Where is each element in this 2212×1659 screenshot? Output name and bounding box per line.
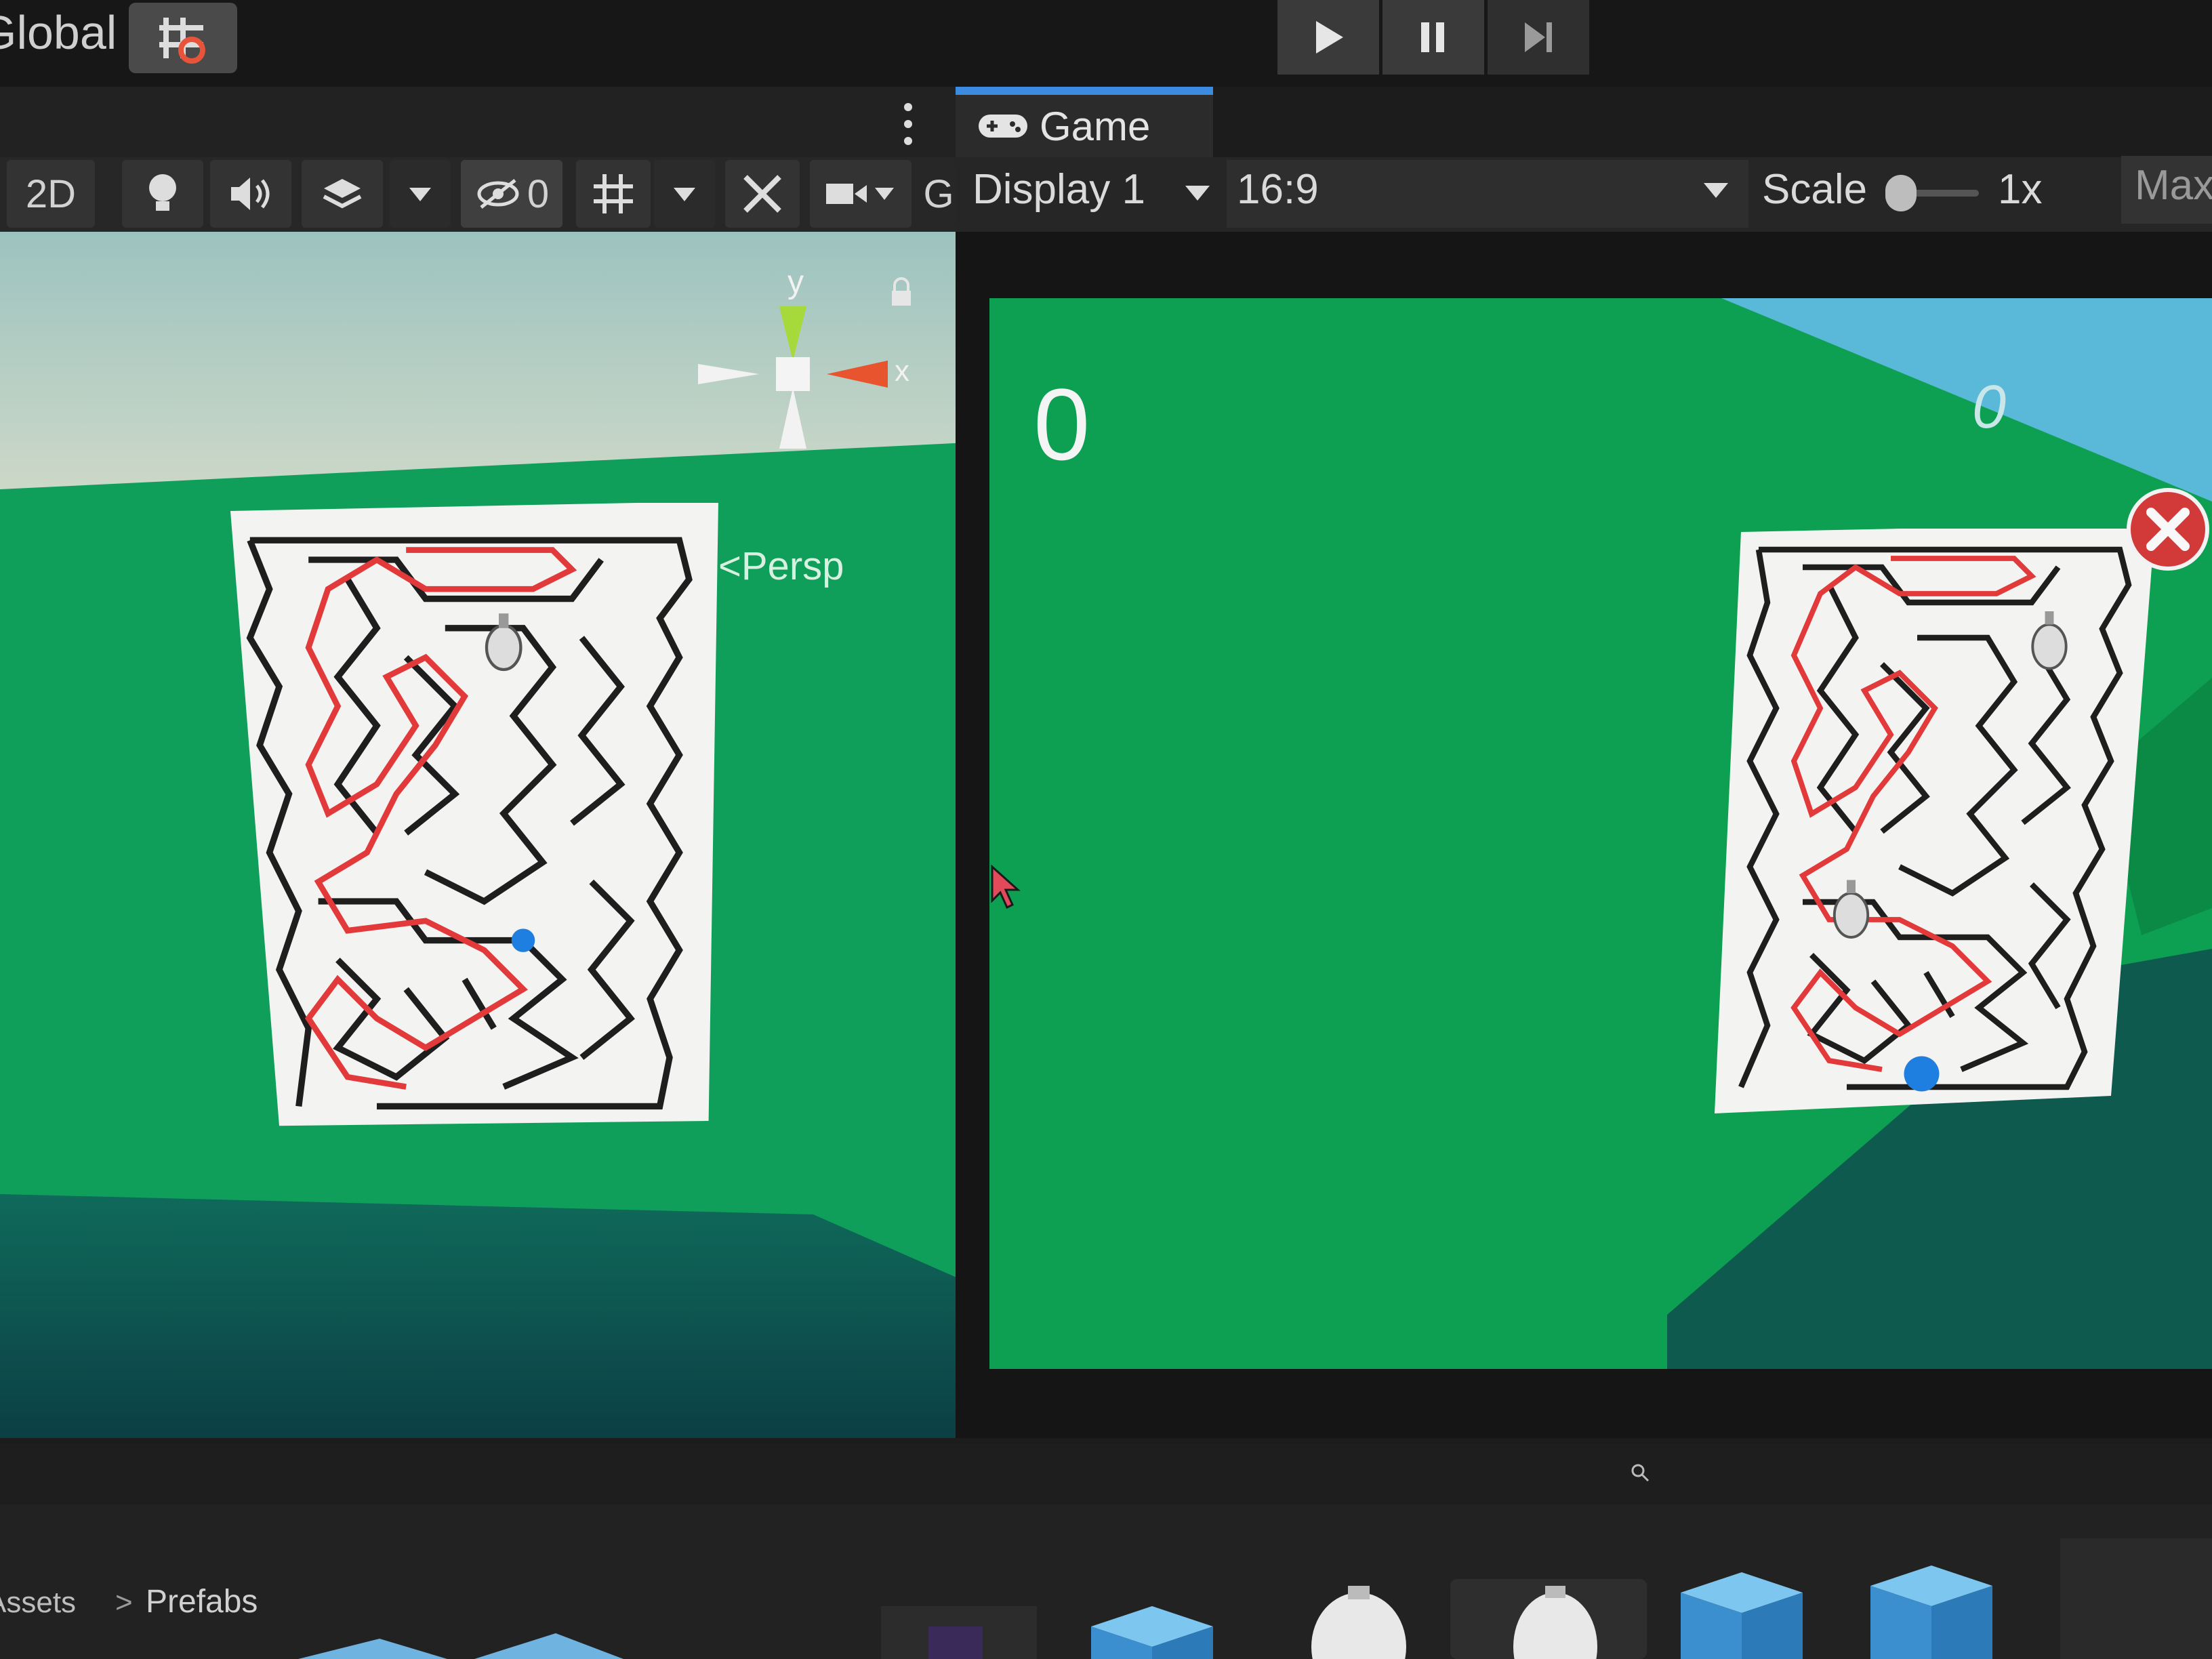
hidden-eye-icon bbox=[477, 179, 519, 209]
lighting-toggle[interactable] bbox=[122, 160, 203, 228]
gamepad-icon bbox=[979, 115, 1027, 138]
cube-prefab-icon[interactable] bbox=[1084, 1599, 1220, 1659]
tab-game[interactable]: Game bbox=[956, 87, 1213, 157]
mouse-cursor-icon bbox=[991, 864, 1021, 909]
camera-icon bbox=[826, 184, 894, 204]
play-button[interactable] bbox=[1277, 0, 1379, 75]
chevron-down-icon[interactable] bbox=[1183, 182, 1212, 205]
grid-icon bbox=[594, 174, 633, 213]
close-button[interactable] bbox=[2125, 487, 2211, 572]
scale-value: 1x bbox=[1998, 166, 2043, 213]
scene-visibility-toggle[interactable]: 0 bbox=[461, 160, 562, 228]
aspect-ratio-label: 16:9 bbox=[1237, 166, 1319, 213]
effects-toggle[interactable] bbox=[302, 160, 383, 228]
ball bbox=[1904, 1056, 1940, 1092]
potion-prefab-icon[interactable] bbox=[1305, 1586, 1413, 1659]
ball bbox=[511, 928, 535, 952]
gizmo-y-label: y bbox=[787, 264, 804, 300]
grid-dropdown[interactable] bbox=[654, 160, 715, 228]
chevron-down-icon bbox=[409, 188, 431, 201]
project-search-bar[interactable] bbox=[0, 1443, 2212, 1504]
lock-icon[interactable] bbox=[888, 276, 915, 310]
cube-prefab-icon[interactable] bbox=[1864, 1559, 1999, 1659]
lightbulb-icon bbox=[149, 174, 176, 211]
cube-prefab-icon[interactable] bbox=[1674, 1565, 1809, 1659]
scale-label: Scale bbox=[1762, 166, 1868, 213]
search-icon[interactable] bbox=[1630, 1462, 1650, 1483]
asset-thumbnails-partial[interactable] bbox=[298, 1626, 840, 1659]
pivot-rotation-dropdown[interactable]: Global bbox=[0, 5, 117, 60]
main-toolbar bbox=[0, 0, 2212, 87]
2d-mode-button[interactable]: 2D bbox=[7, 160, 95, 228]
chevron-down-icon bbox=[674, 188, 695, 201]
pause-button[interactable] bbox=[1382, 0, 1484, 75]
grid-snap-icon bbox=[159, 18, 205, 64]
play-icon bbox=[1316, 21, 1343, 54]
projection-toggle[interactable]: <Persp bbox=[718, 544, 844, 589]
game-viewport[interactable]: 0 0 bbox=[989, 298, 2212, 1369]
tools-icon bbox=[743, 175, 781, 213]
2d-mode-label: 2D bbox=[25, 171, 77, 216]
tools-toggle[interactable] bbox=[725, 160, 800, 228]
gizmos-menu-label: G bbox=[923, 171, 954, 216]
scale-slider-handle[interactable] bbox=[1885, 175, 1917, 211]
speaker-icon bbox=[231, 178, 270, 210]
potion-prefab-icon bbox=[1513, 1586, 1597, 1659]
scene-tab-bar bbox=[0, 87, 956, 157]
game-tab-label: Game bbox=[1040, 103, 1151, 149]
gizmos-menu[interactable]: G bbox=[922, 160, 956, 228]
score-left: 0 bbox=[1033, 367, 1090, 481]
audio-toggle[interactable] bbox=[210, 160, 291, 228]
effects-dropdown[interactable] bbox=[390, 160, 451, 228]
breadcrumb-prefabs[interactable]: Prefabs bbox=[146, 1583, 258, 1620]
grid-snap-button[interactable] bbox=[129, 3, 237, 73]
camera-settings-button[interactable] bbox=[810, 160, 912, 228]
material-preview bbox=[928, 1626, 983, 1659]
step-button[interactable] bbox=[1488, 0, 1589, 75]
maze-board bbox=[1715, 529, 2155, 1113]
step-icon bbox=[1525, 22, 1552, 52]
asset-thumbnail-material[interactable] bbox=[881, 1606, 1037, 1659]
kebab-menu-icon[interactable] bbox=[895, 100, 922, 148]
maximize-label: Max bbox=[2135, 162, 2212, 209]
hidden-object-count: 0 bbox=[527, 171, 550, 216]
pause-icon bbox=[1421, 22, 1444, 52]
score-right: 0 bbox=[1972, 373, 2007, 441]
maze-board bbox=[230, 503, 718, 1126]
asset-thumbnail-partial[interactable] bbox=[2060, 1538, 2212, 1659]
chevron-down-icon bbox=[1704, 183, 1728, 198]
breadcrumb-separator: > bbox=[115, 1586, 133, 1619]
breadcrumb-assets[interactable]: Assets bbox=[0, 1586, 76, 1620]
selected-asset-tile[interactable] bbox=[1450, 1579, 1647, 1659]
grid-toggle[interactable] bbox=[576, 160, 651, 228]
layers-icon bbox=[323, 179, 362, 209]
scene-viewport[interactable]: y x <Persp bbox=[0, 232, 983, 1438]
display-dropdown[interactable]: Display 1 bbox=[972, 165, 1145, 213]
gizmo-x-label: x bbox=[895, 354, 909, 388]
